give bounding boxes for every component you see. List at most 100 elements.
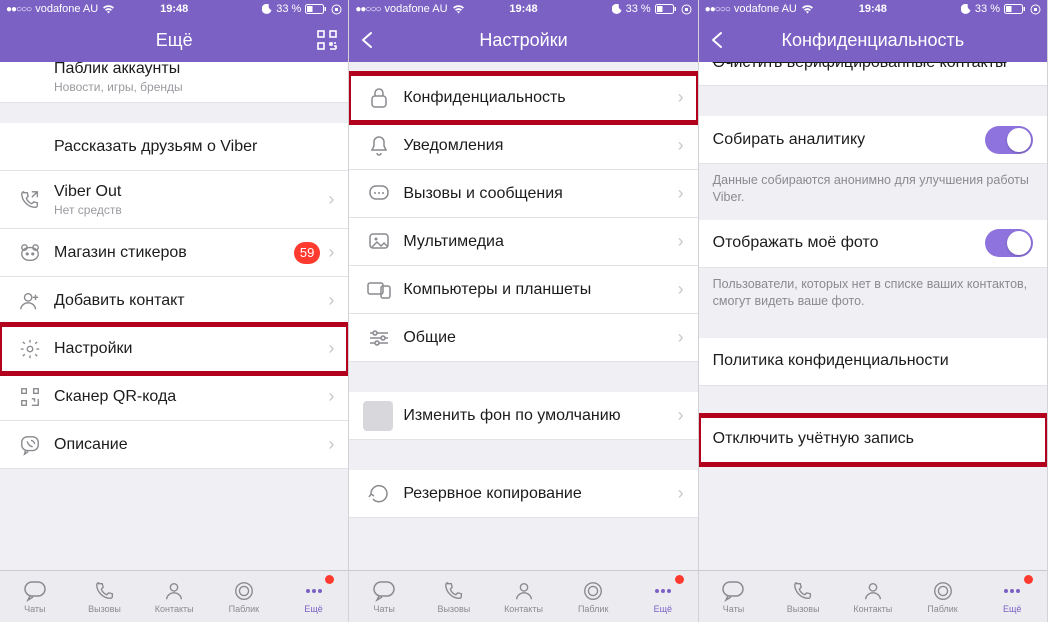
row-clear-verified[interactable]: Очистить верифицированные контакты (699, 62, 1047, 86)
bell-icon (363, 135, 395, 157)
row-label: Изменить фон по умолчанию (403, 407, 677, 425)
row-tell-friends[interactable]: Рассказать друзьям о Viber (0, 123, 348, 171)
toggle-analytics[interactable] (985, 126, 1033, 154)
row-general[interactable]: Общие › (349, 314, 697, 362)
tab-contacts[interactable]: Контакты (838, 571, 908, 622)
sliders-icon (363, 329, 395, 347)
chevron-right-icon: › (678, 87, 684, 108)
tab-chats[interactable]: Чаты (699, 571, 769, 622)
public-icon (582, 580, 604, 602)
carrier-label: vodafone AU (35, 3, 98, 15)
tab-public[interactable]: Паблик (209, 571, 279, 622)
tab-more[interactable]: Ещё (628, 571, 698, 622)
viber-icon (14, 434, 46, 456)
more-icon (302, 580, 326, 602)
status-bar: ●●○○○ vodafone AU 19:48 33 % (0, 0, 348, 18)
screen-privacy: ●●○○○ vodafone AU 19:48 33 % Конфиденциа… (699, 0, 1048, 622)
row-label: Viber Out Нет средств (54, 183, 328, 217)
row-backup[interactable]: Резервное копирование › (349, 470, 697, 518)
row-label: Вызовы и сообщения (403, 185, 677, 203)
more-icon (1000, 580, 1024, 602)
phone-out-icon (14, 189, 46, 211)
chat-icon (721, 580, 745, 602)
battery-icon (305, 4, 327, 14)
chevron-right-icon: › (328, 386, 334, 407)
row-label: Добавить контакт (54, 292, 328, 310)
tab-more[interactable]: Ещё (977, 571, 1047, 622)
chat-bubble-icon (363, 184, 395, 204)
row-qr-scanner[interactable]: Сканер QR-кода › (0, 373, 348, 421)
screen-more: ●●○○○ vodafone AU 19:48 33 % Ещё (0, 0, 349, 622)
tab-public[interactable]: Паблик (558, 571, 628, 622)
row-sticker-store[interactable]: Магазин стикеров 59 › (0, 229, 348, 277)
tab-chats[interactable]: Чаты (349, 571, 419, 622)
row-show-photo[interactable]: Отображать моё фото (699, 220, 1047, 268)
chevron-right-icon: › (328, 434, 334, 455)
qr-icon[interactable] (316, 18, 338, 62)
row-about[interactable]: Описание › (0, 421, 348, 469)
tab-chats[interactable]: Чаты (0, 571, 70, 622)
tab-public[interactable]: Паблик (908, 571, 978, 622)
cutoff-public-accounts[interactable]: Паблик аккаунты Новости, игры, бренды (0, 62, 348, 103)
row-computers[interactable]: Компьютеры и планшеты › (349, 266, 697, 314)
row-label: Рассказать друзьям о Viber (54, 138, 334, 156)
row-label: Сканер QR-кода (54, 388, 328, 406)
battery-icon (655, 4, 677, 14)
tab-calls[interactable]: Вызовы (70, 571, 140, 622)
nav-bar: Конфиденциальность (699, 18, 1047, 62)
row-label: Политика конфиденциальности (713, 352, 1033, 370)
row-notifications[interactable]: Уведомления › (349, 122, 697, 170)
page-title: Настройки (479, 30, 567, 51)
row-settings[interactable]: Настройки › (0, 325, 348, 373)
back-button[interactable] (359, 18, 377, 62)
row-analytics[interactable]: Собирать аналитику (699, 116, 1047, 164)
backup-icon (363, 484, 395, 504)
tab-calls[interactable]: Вызовы (419, 571, 489, 622)
row-wallpaper[interactable]: Изменить фон по умолчанию › (349, 392, 697, 440)
row-privacy[interactable]: Конфиденциальность › (349, 74, 697, 122)
tab-contacts[interactable]: Контакты (489, 571, 559, 622)
moon-icon (961, 4, 971, 14)
rotation-lock-icon (1030, 4, 1041, 15)
tab-contacts[interactable]: Контакты (139, 571, 209, 622)
status-bar: ●●○○○ vodafone AU 19:48 33 % (699, 0, 1047, 18)
battery-icon (1004, 4, 1026, 14)
content-list: Конфиденциальность › Уведомления › Вызов… (349, 62, 697, 570)
chat-icon (23, 580, 47, 602)
tab-more[interactable]: Ещё (279, 571, 349, 622)
row-calls-messages[interactable]: Вызовы и сообщения › (349, 170, 697, 218)
wallpaper-thumb (363, 401, 393, 431)
row-privacy-policy[interactable]: Политика конфиденциальности (699, 338, 1047, 386)
image-icon (363, 232, 395, 252)
row-label: Резервное копирование (403, 485, 677, 503)
row-label: Магазин стикеров (54, 244, 294, 262)
row-label: Общие (403, 329, 677, 347)
carrier-label: vodafone AU (734, 3, 797, 15)
page-title: Конфиденциальность (782, 30, 965, 51)
moon-icon (612, 4, 622, 14)
notification-dot (675, 575, 684, 584)
clock: 19:48 (160, 3, 188, 15)
tab-calls[interactable]: Вызовы (768, 571, 838, 622)
signal-icon: ●●○○○ (6, 4, 31, 15)
signal-icon: ●●○○○ (705, 4, 730, 15)
bear-icon (14, 242, 46, 264)
row-deactivate[interactable]: Отключить учётную запись (699, 416, 1047, 464)
row-viber-out[interactable]: Viber Out Нет средств › (0, 171, 348, 229)
wifi-icon (801, 4, 814, 14)
row-add-contact[interactable]: Добавить контакт › (0, 277, 348, 325)
row-label: Мультимедиа (403, 233, 677, 251)
chevron-right-icon: › (678, 135, 684, 156)
tab-bar: Чаты Вызовы Контакты Паблик Ещё (349, 570, 697, 622)
battery-pct: 33 % (975, 3, 1000, 15)
back-button[interactable] (709, 18, 727, 62)
row-label: Собирать аналитику (713, 131, 985, 149)
person-icon (862, 580, 884, 602)
notification-dot (325, 575, 334, 584)
row-media[interactable]: Мультимедиа › (349, 218, 697, 266)
chat-icon (372, 580, 396, 602)
status-bar: ●●○○○ vodafone AU 19:48 33 % (349, 0, 697, 18)
toggle-show-photo[interactable] (985, 229, 1033, 257)
phone-icon (443, 580, 465, 602)
chevron-right-icon: › (678, 405, 684, 426)
